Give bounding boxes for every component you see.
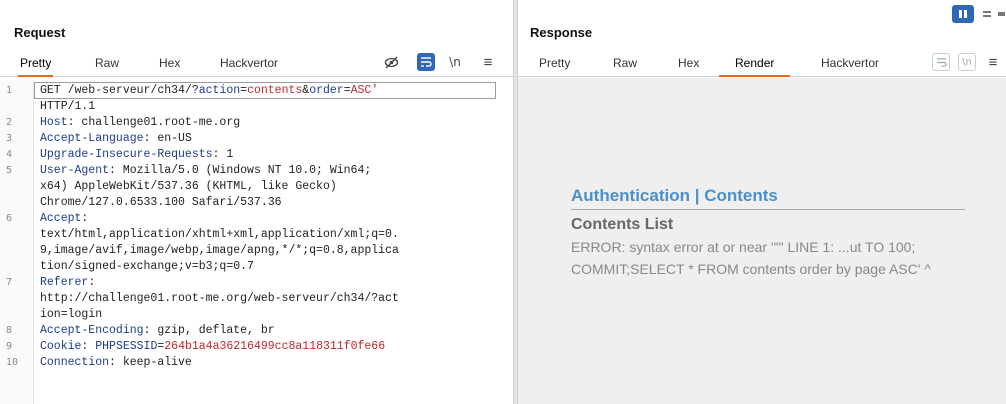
code-text: http://challenge01.root-me.org/web-serve… (40, 292, 399, 305)
line-number: 10 (6, 357, 19, 368)
horizontal-view-icon[interactable] (976, 5, 998, 23)
line-number: 5 (6, 165, 13, 176)
code-text: ion=login (40, 308, 103, 321)
code-text: HTTP/1.1 (40, 100, 96, 113)
code-line: Accept-Language: en-US (40, 131, 192, 147)
request-title: Request (14, 25, 66, 40)
line-number: 2 (6, 117, 13, 128)
code-text: : keep-alive (109, 356, 192, 369)
code-text: = (343, 84, 351, 97)
code-line: Chrome/127.0.6533.100 Safari/537.36 (40, 195, 282, 211)
tab-pretty[interactable]: Pretty (18, 56, 54, 77)
line-number: 1 (6, 85, 13, 96)
code-text: : 1 (212, 148, 234, 161)
header-key: Cookie (40, 340, 82, 353)
render-view: Authentication | Contents Contents List … (518, 78, 1006, 404)
tab-pretty[interactable]: Pretty (537, 56, 572, 76)
tab-render[interactable]: Render (719, 56, 791, 77)
heading-rule (571, 209, 965, 210)
header-key: action (198, 84, 241, 97)
code-text: : challenge01.root-me.org (67, 116, 241, 129)
code-line: Cookie: PHPSESSID=264b1a4a36216499cc8a11… (40, 339, 385, 355)
line-gutter: 1 2 3 4 5 6 7 8 9 10 (0, 80, 34, 404)
contents-list-heading: Contents List (571, 216, 674, 233)
code-line: tion/signed-exchange;v=b3;q=0.7 (40, 259, 254, 275)
tab-hackvertor[interactable]: Hackvertor (819, 56, 881, 76)
split-view-icon[interactable] (952, 5, 974, 23)
tab-hex[interactable]: Hex (157, 56, 182, 76)
code-line: text/html,application/xhtml+xml,applicat… (40, 227, 399, 243)
code-line: GET /web-serveur/ch34/?action=contents&o… (40, 83, 378, 99)
header-key: Accept (40, 212, 82, 225)
code-text: GET /web-serveur/ch34/? (40, 84, 199, 97)
code-line: Connection: keep-alive (40, 355, 192, 371)
header-key: Connection (40, 356, 110, 369)
code-text: : en-US (143, 132, 192, 145)
single-view-icon[interactable] (996, 5, 1006, 23)
response-pane: Response Pretty Raw Hex Render Hackverto… (518, 0, 1006, 404)
header-key: Referer (40, 276, 89, 289)
code-text: : gzip, deflate, br (143, 324, 275, 337)
param-value: contents (247, 84, 303, 97)
auth-separator: | (690, 186, 705, 205)
code-line: Host: challenge01.root-me.org (40, 115, 240, 131)
header-key: Accept-Language (40, 132, 144, 145)
response-title: Response (530, 25, 593, 40)
header-key: Host (40, 116, 68, 129)
line-number: 3 (6, 133, 13, 144)
code-text: : (88, 276, 96, 289)
tab-raw[interactable]: Raw (611, 56, 639, 76)
request-editor[interactable]: 1 2 3 4 5 6 7 8 9 10 GET /web-serveur/ch34/?actio… (0, 80, 513, 404)
code-line: User-Agent: Mozilla/5.0 (Windows NT 10.0… (40, 163, 371, 179)
request-tabbar: Pretty Raw Hex Hackvertor (0, 50, 513, 77)
code-text: : (81, 340, 96, 353)
wrap-icon[interactable] (417, 53, 435, 71)
code-line: http://challenge01.root-me.org/web-serve… (40, 291, 399, 307)
param-value: 264b1a4a36216499cc8a118311f0fe66 (164, 340, 386, 353)
header-key: Accept-Encoding (40, 324, 144, 337)
line-number: 4 (6, 149, 13, 160)
code-line: 9,image/avif,image/webp,image/apng,*/*;q… (40, 243, 399, 259)
sql-error-message: ERROR: syntax error at or near "'" LINE … (571, 239, 931, 277)
code-text: : Mozilla/5.0 (Windows NT 10.0; Win64; (109, 164, 372, 177)
menu-icon[interactable]: ≡ (479, 53, 497, 71)
line-number: 8 (6, 325, 13, 336)
code-text: 9,image/avif,image/webp,image/apng,*/*;q… (40, 244, 399, 257)
header-key: User-Agent (40, 164, 110, 177)
header-key: PHPSESSID (95, 340, 158, 353)
eye-slash-icon[interactable] (382, 53, 400, 71)
wrap-icon[interactable] (932, 53, 950, 71)
header-key: order (309, 84, 344, 97)
tab-raw[interactable]: Raw (93, 56, 121, 76)
code-line: Accept-Encoding: gzip, deflate, br (40, 323, 275, 339)
auth-heading: Authentication | Contents (571, 186, 778, 206)
code-line: Accept: (40, 211, 88, 227)
line-number: 6 (6, 213, 13, 224)
auth-link[interactable]: Authentication (571, 186, 690, 205)
code-line: Referer: (40, 275, 95, 291)
code-line: ion=login (40, 307, 102, 323)
code-line: x64) AppleWebKit/537.36 (KHTML, like Gec… (40, 179, 337, 195)
newline-icon[interactable]: \n (958, 53, 976, 71)
menu-icon[interactable]: ≡ (986, 53, 1000, 71)
param-value: ASC' (350, 84, 379, 97)
contents-link[interactable]: Contents (704, 186, 778, 205)
code-text: Chrome/127.0.6533.100 Safari/537.36 (40, 196, 282, 209)
line-number: 9 (6, 341, 13, 352)
tab-hackvertor[interactable]: Hackvertor (218, 56, 280, 76)
code-text: text/html,application/xhtml+xml,applicat… (40, 228, 399, 241)
request-pane: Request Pretty Raw Hex Hackvertor \n ≡ 1… (0, 0, 513, 404)
code-text: tion/signed-exchange;v=b3;q=0.7 (40, 260, 254, 273)
tab-hex[interactable]: Hex (676, 56, 701, 76)
header-key: Upgrade-Insecure-Requests (40, 148, 213, 161)
line-number: 7 (6, 277, 13, 288)
code-text: x64) AppleWebKit/537.36 (KHTML, like Gec… (40, 180, 337, 193)
code-line: HTTP/1.1 (40, 99, 95, 115)
newline-icon[interactable]: \n (446, 53, 464, 71)
code-text: : (81, 212, 89, 225)
code-line: Upgrade-Insecure-Requests: 1 (40, 147, 233, 163)
